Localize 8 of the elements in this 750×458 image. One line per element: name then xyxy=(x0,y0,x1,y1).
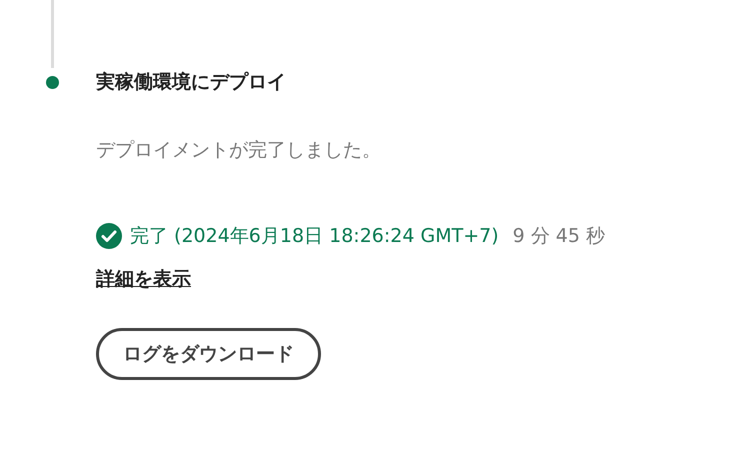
download-log-button[interactable]: ログをダウンロード xyxy=(96,328,321,380)
details-link[interactable]: 詳細を表示 xyxy=(96,267,191,291)
status-label: 完了 (2024年6月18日 18:26:24 GMT+7) xyxy=(130,224,499,248)
duration-text: 9 分 45 秒 xyxy=(512,224,606,248)
step-title: 実稼働環境にデプロイ xyxy=(96,70,286,94)
step-description: デプロイメントが完了しました。 xyxy=(96,138,381,162)
check-circle-icon xyxy=(96,223,122,249)
timeline-line xyxy=(51,0,54,68)
